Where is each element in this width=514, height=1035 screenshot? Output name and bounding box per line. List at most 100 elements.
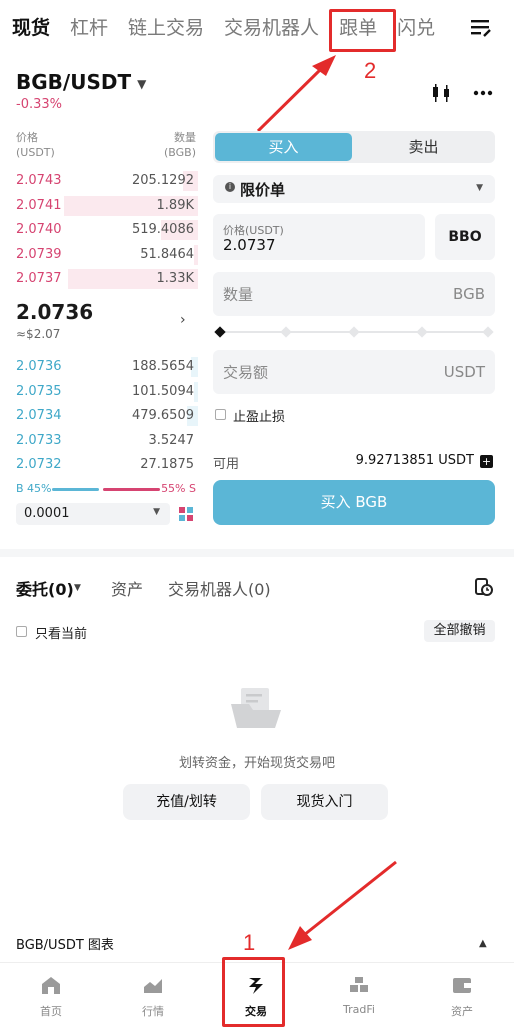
- tab-bots[interactable]: 交易机器人: [224, 0, 319, 56]
- add-funds-icon[interactable]: +: [480, 455, 493, 468]
- amount-unit: USDT: [443, 363, 485, 381]
- chart-toggle-label[interactable]: BGB/USDT 图表: [16, 934, 114, 953]
- tab-assets[interactable]: 资产: [111, 576, 143, 600]
- sell-ratio-bar: [102, 488, 160, 491]
- ask-price: 2.0739: [16, 246, 62, 262]
- only-current-label: 只看当前: [35, 627, 88, 642]
- bid-qty: 101.5094: [131, 383, 194, 399]
- bid-row[interactable]: 2.0733 3.5247: [12, 430, 198, 452]
- ask-row[interactable]: 2.0737 1.33K: [12, 268, 198, 290]
- chevron-right-icon[interactable]: ›: [180, 312, 186, 328]
- deposit-transfer-button[interactable]: 充值/划转: [123, 784, 250, 820]
- caret-down-icon: ▼: [476, 183, 483, 193]
- nav-assets[interactable]: 资产: [411, 963, 513, 1035]
- spot-guide-button[interactable]: 现货入门: [261, 784, 388, 820]
- available-label: 可用: [213, 457, 240, 472]
- nav-home-label: 首页: [40, 1005, 62, 1018]
- ask-row[interactable]: 2.0739 51.8464: [12, 244, 198, 266]
- tab-convert[interactable]: 闪兑: [397, 0, 435, 56]
- cancel-all-button[interactable]: 全部撤销: [424, 620, 495, 642]
- nav-assets-label: 资产: [451, 1005, 473, 1018]
- sell-ratio-label: 55% S: [161, 482, 196, 495]
- amount-placeholder: 交易额: [223, 363, 269, 382]
- orderbook-price-header: 价格 (USDT): [16, 131, 55, 159]
- tab-spot[interactable]: 现货: [12, 0, 50, 56]
- amount-slider[interactable]: [214, 326, 494, 338]
- last-price-usd: ≈$2.07: [16, 327, 61, 341]
- buy-sell-toggle: 买入 卖出: [213, 131, 495, 163]
- tab-bot-orders[interactable]: 交易机器人(0): [168, 576, 271, 600]
- bid-price: 2.0734: [16, 408, 62, 423]
- caret-down-icon: ▼: [74, 583, 81, 593]
- buy-ratio-bar: [52, 488, 99, 491]
- bid-price: 2.0735: [16, 383, 62, 399]
- order-type-value: 限价单: [240, 181, 286, 199]
- bid-price: 2.0733: [16, 432, 62, 448]
- buy-ratio-label: B 45%: [16, 482, 52, 495]
- nav-home[interactable]: 首页: [0, 963, 102, 1035]
- slider-mark: [482, 326, 494, 338]
- ask-depth-bar: [194, 244, 198, 265]
- buy-submit-button[interactable]: 买入 BGB: [213, 480, 495, 525]
- amount-input[interactable]: 交易额 USDT: [213, 350, 495, 394]
- order-type-select[interactable]: i 限价单 ▼: [213, 175, 495, 203]
- precision-select[interactable]: 0.0001 ▼: [16, 503, 170, 525]
- bid-qty: 3.5247: [148, 432, 195, 448]
- tpsl-label: 止盈止损: [233, 410, 286, 425]
- tab-onchain[interactable]: 链上交易: [128, 0, 204, 56]
- bid-row[interactable]: 2.0734 479.6509: [12, 405, 198, 427]
- bid-depth-bar: [194, 381, 198, 402]
- bid-price: 2.0732: [16, 457, 62, 472]
- bid-row[interactable]: 2.0732 27.1875: [12, 454, 198, 476]
- bid-row[interactable]: 2.0736 188.5654: [12, 356, 198, 378]
- tab-open-orders[interactable]: 委托(0): [16, 576, 74, 600]
- gold-bars-icon: [350, 977, 368, 992]
- quantity-input[interactable]: 数量 BGB: [213, 272, 495, 316]
- ask-qty: 51.8464: [140, 246, 194, 262]
- candlestick-icon[interactable]: [431, 82, 451, 104]
- tab-margin[interactable]: 杠杆: [70, 0, 108, 56]
- ask-row[interactable]: 2.0743 205.1292: [12, 170, 198, 192]
- empty-state-text: 划转资金，开始现货交易吧: [178, 756, 335, 771]
- pair-name: BGB/USDT: [16, 70, 132, 94]
- quantity-placeholder: 数量: [223, 285, 254, 304]
- slider-mark: [280, 326, 292, 338]
- bid-qty: 479.6509: [131, 408, 194, 423]
- empty-folder-icon: [231, 688, 281, 728]
- annotation-box-trade: [222, 957, 285, 1027]
- caret-up-icon[interactable]: ▲: [479, 938, 487, 949]
- info-icon: i: [225, 182, 235, 192]
- sell-tab[interactable]: 卖出: [354, 133, 493, 161]
- quantity-unit: BGB: [453, 285, 485, 303]
- wallet-icon: [453, 978, 471, 993]
- ask-qty: 205.1292: [131, 173, 194, 188]
- nav-tradfi[interactable]: TradFi: [308, 963, 410, 1035]
- ask-row[interactable]: 2.0741 1.89K: [12, 195, 198, 217]
- ask-qty: 1.89K: [156, 197, 194, 213]
- orderbook-qty-header: 数量 (BGB): [164, 131, 197, 159]
- price-input[interactable]: 价格(USDT) 2.0737: [213, 214, 425, 260]
- bid-row[interactable]: 2.0735 101.5094: [12, 381, 198, 403]
- slider-handle[interactable]: [214, 326, 226, 338]
- precision-value: 0.0001: [24, 506, 70, 521]
- ask-qty: 1.33K: [156, 271, 194, 286]
- available-value: 9.92713851 USDT: [355, 453, 474, 468]
- more-icon[interactable]: [473, 90, 493, 96]
- nav-markets[interactable]: 行情: [102, 963, 204, 1035]
- ask-row[interactable]: 2.0740 519.4086: [12, 219, 198, 241]
- buy-tab[interactable]: 买入: [215, 133, 352, 161]
- slider-mark: [416, 326, 428, 338]
- only-current-checkbox[interactable]: [16, 626, 27, 637]
- caret-down-icon: ▼: [137, 76, 147, 91]
- last-price: 2.0736: [16, 300, 94, 324]
- menu-icon[interactable]: [470, 17, 492, 39]
- buy-sell-ratio: B 45% 55% S: [16, 482, 196, 496]
- depth-layout-icon[interactable]: [179, 507, 193, 521]
- tpsl-checkbox[interactable]: [215, 409, 226, 420]
- ask-price: 2.0743: [16, 173, 62, 188]
- pair-selector[interactable]: BGB/USDT ▼: [16, 70, 146, 94]
- pair-change: -0.33%: [16, 97, 62, 112]
- bbo-button[interactable]: BBO: [435, 214, 495, 260]
- home-icon: [42, 977, 60, 994]
- order-history-icon[interactable]: [474, 577, 494, 597]
